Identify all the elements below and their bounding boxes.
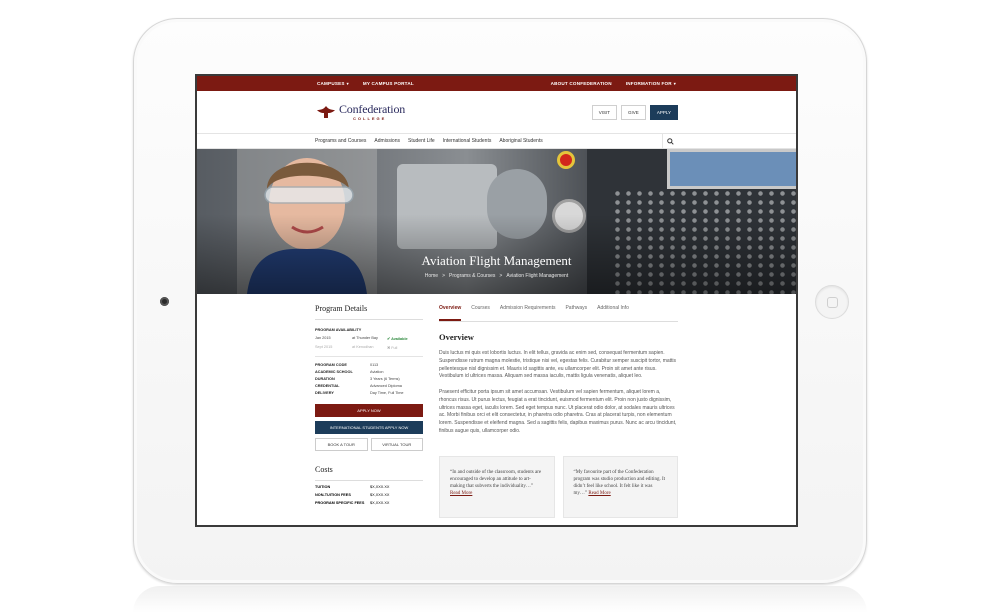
utility-bar: CAMPUSES ▾ MY CAMPUS PORTAL ABOUT CONFEDE… — [197, 76, 796, 91]
breadcrumb-separator: > — [442, 273, 446, 279]
international-apply-button[interactable]: INTERNATIONAL STUDENTS APPLY NOW — [315, 421, 423, 434]
book-tour-button[interactable]: BOOK A TOUR — [315, 438, 368, 451]
detail-row: DURATION 3 Years (6 Terms) — [315, 377, 423, 381]
search-icon — [667, 137, 674, 145]
content-tabs: Overview Courses Admission Requirements … — [439, 302, 678, 322]
nav-item-admissions[interactable]: Admissions — [374, 138, 400, 144]
main-nav: Programs and Courses Admissions Student … — [197, 133, 796, 149]
read-more-link[interactable]: Read More — [588, 491, 610, 496]
topbar-about[interactable]: ABOUT CONFEDERATION — [551, 81, 612, 86]
topbar-portal-label: MY CAMPUS PORTAL — [362, 81, 414, 86]
cost-key: TUITION — [315, 485, 331, 489]
testimonials: “In and outside of the classroom, studen… — [439, 455, 678, 518]
availability-location: at Kenodhan — [352, 345, 374, 349]
logo[interactable]: Confederation COLLEGE — [315, 103, 405, 121]
program-details-sidebar: Program Details PROGRAM AVAILABILITY Jan… — [315, 294, 423, 518]
tab-courses[interactable]: Courses — [471, 302, 490, 321]
availability-date: Jan 2015 — [315, 336, 331, 340]
testimonial-text: “In and outside of the classroom, studen… — [450, 469, 542, 490]
cost-key: NON-TUITION FEES — [315, 493, 351, 497]
topbar-campuses-label: CAMPUSES — [317, 81, 345, 86]
status-badge: ✖ Full — [387, 346, 398, 350]
divider — [315, 356, 423, 357]
search-button[interactable] — [662, 134, 678, 148]
overview-paragraph: Duis luctus mi quis est lobortis luctus.… — [439, 350, 677, 380]
testimonial-card: “In and outside of the classroom, studen… — [439, 455, 555, 518]
cost-value: $X,XXX.XX — [370, 493, 390, 497]
section-heading: Overview — [439, 332, 474, 342]
topbar-portal[interactable]: MY CAMPUS PORTAL — [363, 81, 414, 86]
topbar-information-for[interactable]: INFORMATION FOR ▾ — [626, 81, 676, 86]
breadcrumb-separator: > — [499, 273, 503, 279]
detail-row: ACADEMIC SCHOOL Aviation — [315, 370, 423, 374]
cost-value: $X,XXX.XX — [370, 485, 390, 489]
apply-button[interactable]: APPLY — [649, 104, 678, 120]
status-badge: ✔ Available — [387, 337, 408, 341]
nav-item-international[interactable]: International Students — [443, 138, 492, 144]
cost-value: $X,XXX.XX — [370, 501, 390, 505]
sidebar-title: Program Details — [315, 304, 423, 320]
detail-value: Advanced Diploma — [370, 384, 402, 388]
detail-value: Day Time, Full Time — [370, 391, 404, 395]
tab-pathways[interactable]: Pathways — [565, 302, 587, 321]
topbar-info-label: INFORMATION FOR — [625, 81, 672, 86]
logo-name: Confederation — [339, 102, 406, 116]
detail-key: DURATION — [315, 377, 335, 381]
overview-paragraph: Praesent efficitur porta ipsum sit amet … — [439, 389, 677, 434]
apply-now-button[interactable]: APPLY NOW — [315, 404, 423, 417]
nav-item-programs[interactable]: Programs and Courses — [315, 138, 366, 144]
give-button[interactable]: GIVE — [621, 104, 646, 120]
hero-banner: Aviation Flight Management Home > Programs… — [197, 149, 796, 294]
cost-row: TUITION $X,XXX.XX — [315, 485, 423, 489]
breadcrumb-programs[interactable]: Programs & Courses — [449, 273, 495, 279]
detail-key: CREDENTIAL — [315, 384, 340, 388]
home-button[interactable] — [815, 285, 849, 319]
topbar-about-label: ABOUT CONFEDERATION — [550, 81, 612, 86]
cost-key: PROGRAM SPECIFIC FEES — [315, 501, 365, 505]
camera-icon — [160, 297, 169, 306]
nav-item-student-life[interactable]: Student Life — [408, 138, 435, 144]
breadcrumb-current: Aviation Flight Management — [506, 273, 569, 279]
detail-value: 3 Years (6 Terms) — [370, 377, 400, 381]
tab-admission-requirements[interactable]: Admission Requirements — [500, 302, 556, 321]
chevron-down-icon: ▾ — [346, 81, 349, 86]
logo-subtitle: COLLEGE — [353, 116, 387, 121]
read-more-link[interactable]: Read More — [450, 491, 472, 496]
chevron-down-icon: ▾ — [673, 81, 676, 86]
costs-title: Costs — [315, 465, 423, 481]
detail-value: 0113 — [370, 363, 379, 367]
breadcrumb: Home > Programs & Courses > Aviation Flight … — [197, 273, 796, 279]
tablet-screen: CAMPUSES ▾ MY CAMPUS PORTAL ABOUT CONFEDE… — [195, 74, 798, 527]
availability-location: at Thunder Bay — [352, 336, 378, 340]
detail-row: CREDENTIAL Advanced Diploma — [315, 384, 423, 388]
tablet-reflection — [133, 586, 867, 613]
availability-heading: PROGRAM AVAILABILITY — [315, 328, 362, 332]
topbar-campuses[interactable]: CAMPUSES ▾ — [317, 81, 349, 86]
detail-row: DELIVERY Day Time, Full Time — [315, 391, 423, 395]
availability-date: Sept 2015 — [315, 345, 333, 349]
availability-row: Jan 2015 at Thunder Bay ✔ Available — [315, 336, 423, 341]
logo-mark-icon — [317, 106, 335, 118]
virtual-tour-button[interactable]: VIRTUAL TOUR — [370, 438, 423, 451]
main-content: Overview Courses Admission Requirements … — [439, 294, 678, 518]
availability-row: Sept 2015 at Kenodhan ✖ Full — [315, 345, 423, 350]
tab-overview[interactable]: Overview — [439, 302, 462, 321]
testimonial-card: “My favourite part of the Confederation … — [562, 455, 678, 518]
detail-key: DELIVERY — [315, 391, 334, 395]
page-title: Aviation Flight Management — [421, 253, 572, 268]
detail-row: PROGRAM CODE 0113 — [315, 363, 423, 367]
detail-key: PROGRAM CODE — [315, 363, 347, 367]
nav-item-aboriginal[interactable]: Aboriginal Students — [499, 138, 542, 144]
cost-row: PROGRAM SPECIFIC FEES $X,XXX.XX — [315, 501, 423, 505]
site-header: Confederation COLLEGE VISIT GIVE APPLY — [197, 91, 796, 133]
detail-value: Aviation — [370, 370, 384, 374]
breadcrumb-home[interactable]: Home — [425, 273, 438, 279]
tab-additional-info[interactable]: Additional Info — [597, 302, 629, 321]
cost-row: NON-TUITION FEES $X,XXX.XX — [315, 493, 423, 497]
detail-key: ACADEMIC SCHOOL — [315, 370, 353, 374]
home-square-icon — [827, 297, 838, 308]
visit-button[interactable]: VISIT — [591, 104, 618, 120]
